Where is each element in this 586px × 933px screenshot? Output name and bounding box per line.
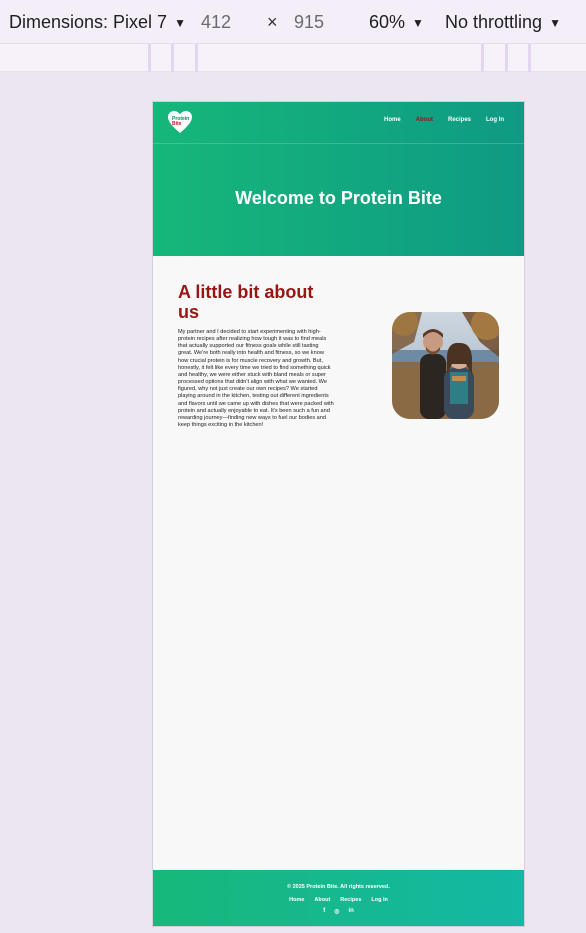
nav-login[interactable]: Log In bbox=[486, 117, 504, 123]
dimensions-label: Dimensions: Pixel 7 bbox=[9, 11, 168, 32]
height-input[interactable]: 915 bbox=[294, 12, 324, 33]
devtools-device-toolbar: Dimensions: Pixel 7 ▼ 412 × 915 60% ▼ No… bbox=[0, 0, 586, 44]
media-query-marker[interactable] bbox=[505, 44, 508, 72]
facebook-icon[interactable]: f bbox=[323, 908, 325, 915]
chevron-down-icon: ▼ bbox=[412, 16, 424, 30]
chevron-down-icon: ▼ bbox=[549, 16, 561, 30]
dimensions-dropdown[interactable]: Dimensions: Pixel 7 ▼ bbox=[9, 0, 186, 44]
site-footer: © 2025 Protein Bite. All rights reserved… bbox=[153, 870, 524, 926]
media-query-marker[interactable] bbox=[171, 44, 174, 72]
logo-text-bite: Bite bbox=[172, 121, 182, 127]
footer-link-login[interactable]: Log In bbox=[371, 897, 388, 903]
instagram-icon[interactable]: ◎ bbox=[334, 908, 339, 915]
footer-link-home[interactable]: Home bbox=[289, 897, 304, 903]
chevron-down-icon: ▼ bbox=[174, 16, 186, 30]
photo-illustration bbox=[392, 312, 499, 419]
times-icon: × bbox=[267, 11, 278, 32]
footer-links: Home About Recipes Log In bbox=[153, 897, 524, 903]
nav-recipes[interactable]: Recipes bbox=[448, 117, 471, 123]
media-query-marker[interactable] bbox=[528, 44, 531, 72]
media-query-marker[interactable] bbox=[481, 44, 484, 72]
nav-home[interactable]: Home bbox=[384, 117, 401, 123]
zoom-label: 60% bbox=[369, 11, 406, 32]
width-input[interactable]: 412 bbox=[201, 12, 231, 33]
navbar: Protein Bite Home About Recipes Log In bbox=[153, 102, 524, 144]
zoom-dropdown[interactable]: 60% ▼ bbox=[369, 0, 424, 44]
nav-links: Home About Recipes Log In bbox=[384, 117, 504, 123]
throttling-dropdown[interactable]: No throttling ▼ bbox=[445, 0, 561, 44]
throttling-label: No throttling bbox=[445, 11, 543, 32]
couple-photo bbox=[392, 312, 499, 419]
site-header: Protein Bite Home About Recipes Log In W… bbox=[153, 102, 524, 256]
footer-link-about[interactable]: About bbox=[314, 897, 330, 903]
device-viewport: Protein Bite Home About Recipes Log In W… bbox=[152, 101, 525, 927]
media-query-bar[interactable] bbox=[0, 44, 586, 72]
footer-link-recipes[interactable]: Recipes bbox=[340, 897, 361, 903]
protein-bite-logo[interactable]: Protein Bite bbox=[167, 109, 193, 135]
copyright-text: © 2025 Protein Bite. All rights reserved… bbox=[287, 884, 390, 890]
social-links: f ◎ in bbox=[153, 908, 524, 915]
nav-about[interactable]: About bbox=[416, 117, 433, 123]
hero-title: Welcome to Protein Bite bbox=[235, 188, 442, 208]
media-query-marker[interactable] bbox=[148, 44, 151, 72]
about-paragraph: My partner and I decided to start experi… bbox=[178, 329, 334, 429]
linkedin-icon[interactable]: in bbox=[348, 908, 353, 915]
media-query-marker[interactable] bbox=[195, 44, 198, 72]
about-heading: A little bit about us bbox=[178, 282, 314, 322]
